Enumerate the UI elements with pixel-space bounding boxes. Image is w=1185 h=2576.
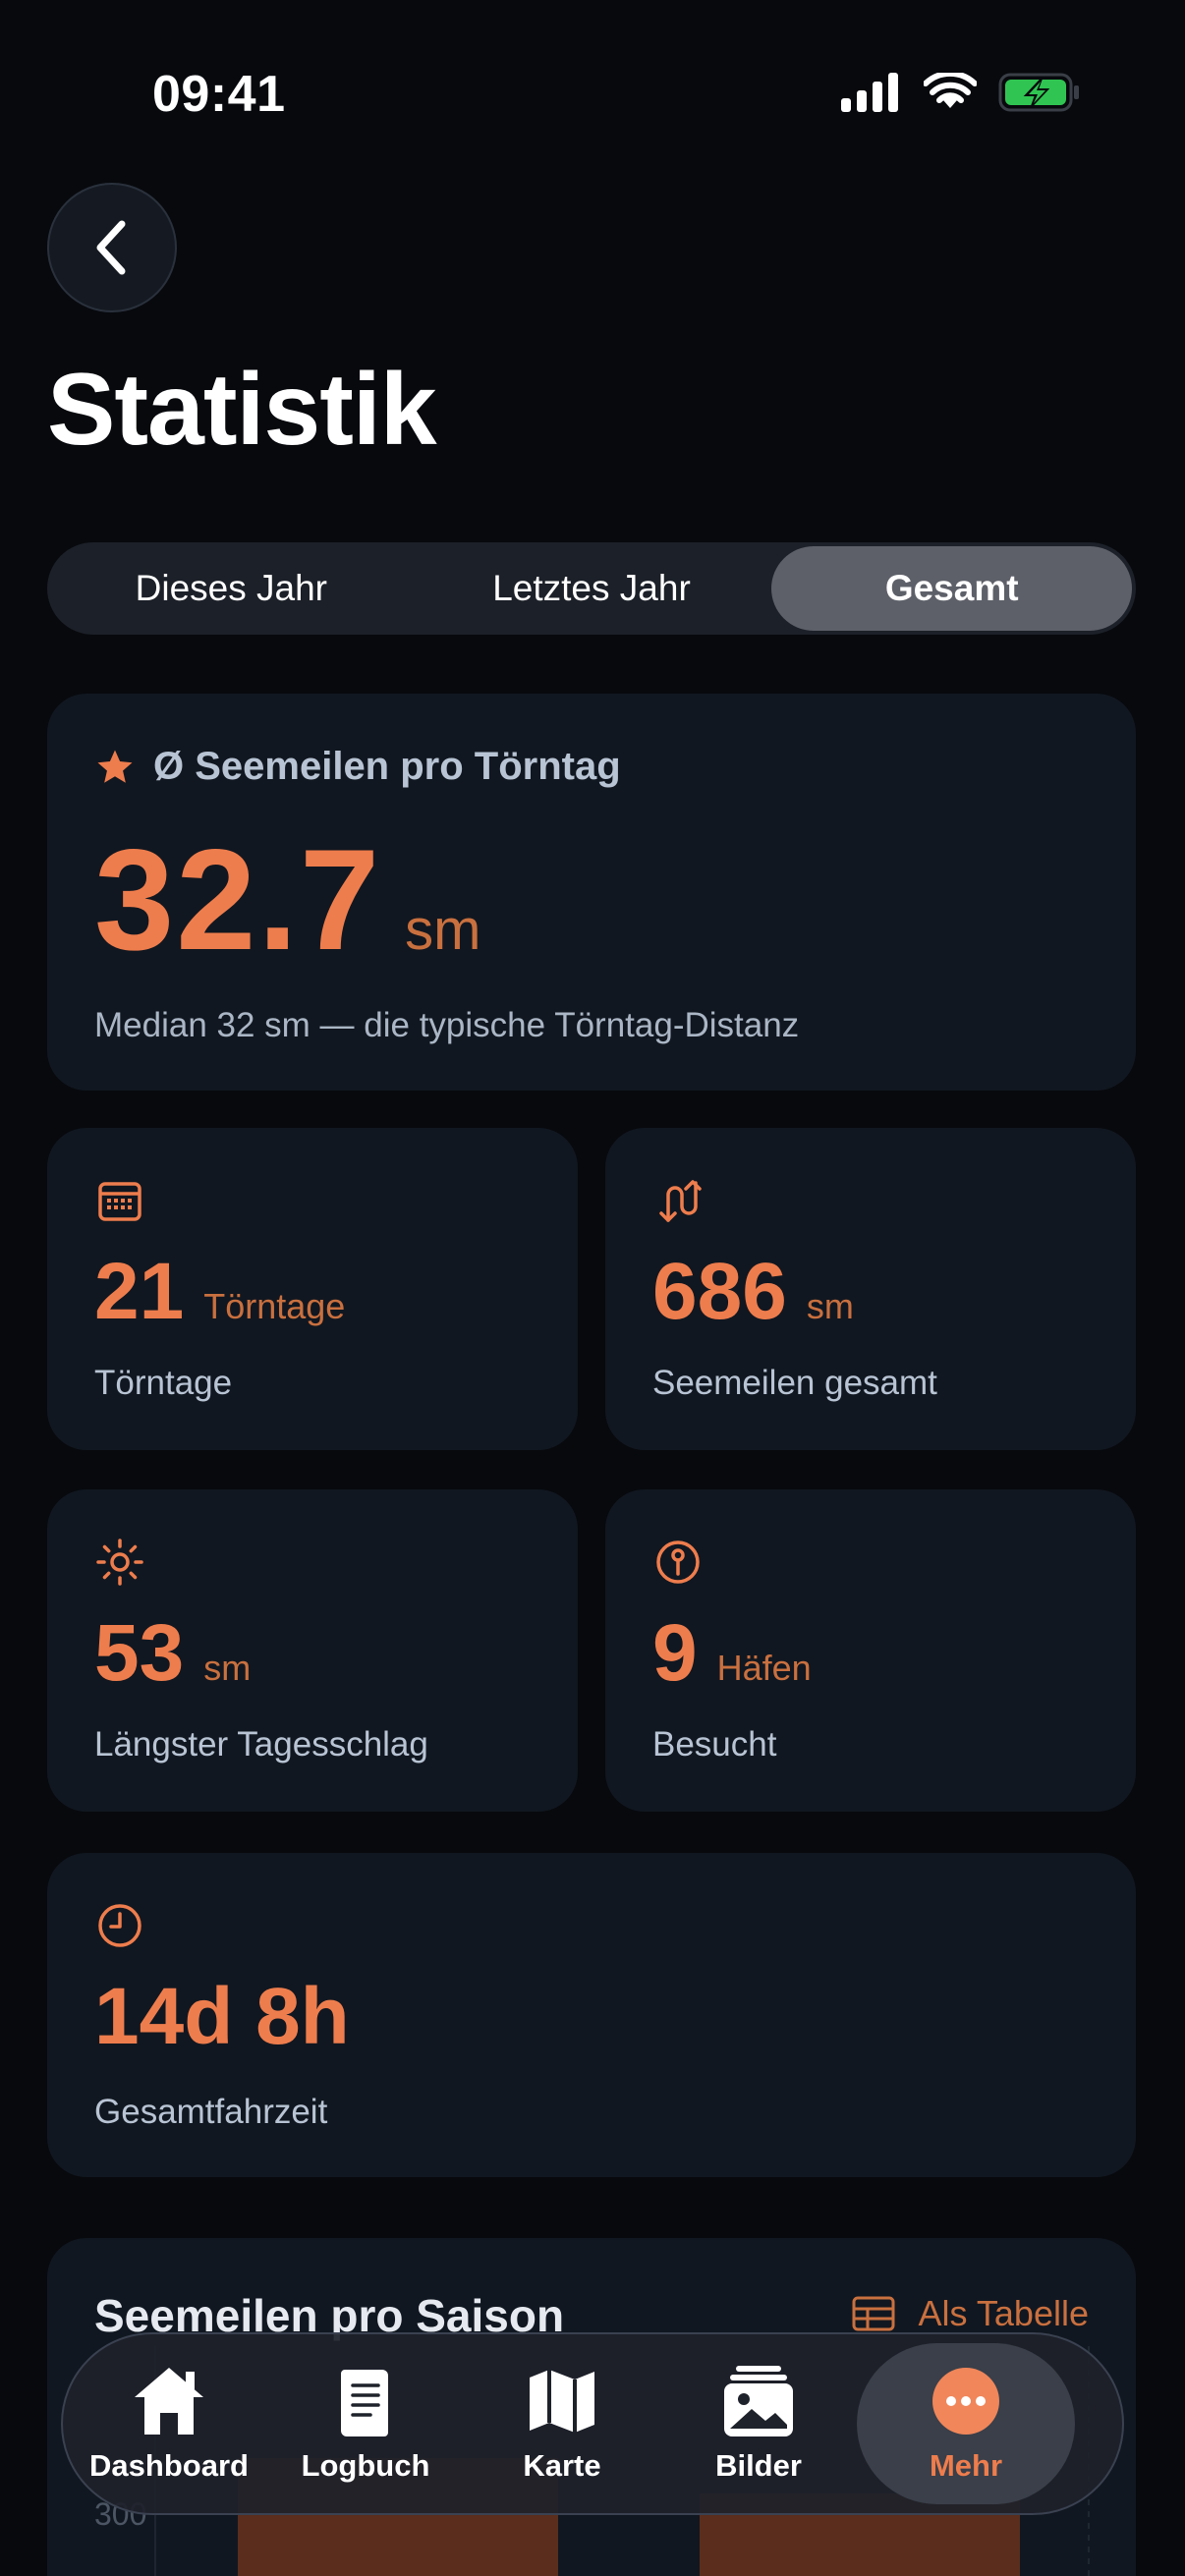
table-toggle-button[interactable]: Als Tabelle xyxy=(852,2293,1089,2334)
route-icon xyxy=(659,1180,702,1222)
clock-icon xyxy=(98,1904,141,1947)
stat-unit: Häfen xyxy=(716,1648,812,1688)
tab-bilder[interactable]: Bilder xyxy=(660,2343,857,2504)
tab-label: Logbuch xyxy=(301,2448,430,2483)
stat-value-row: 14d 8h xyxy=(94,1971,350,2063)
tab-label: Mehr xyxy=(929,2448,1003,2483)
stat-value-row: 53 sm xyxy=(94,1607,251,1700)
stat-value-row: 686 sm xyxy=(652,1246,854,1338)
statistics-screen: 09:41 Statistik Dieses Jahr Letztes Jahr… xyxy=(0,0,1185,2576)
tab-mehr[interactable]: Mehr xyxy=(857,2343,1075,2504)
stat-card-toerntage: 21 Törntage Törntage xyxy=(47,1128,578,1450)
stat-value: 686 xyxy=(652,1247,787,1336)
hero-subtitle: Median 32 sm — die typische Törntag-Dist… xyxy=(94,1006,800,1044)
chevron-left-icon xyxy=(96,220,126,275)
tab-label: Dashboard xyxy=(89,2448,249,2483)
stat-unit: sm xyxy=(806,1286,854,1326)
sun-icon xyxy=(96,1539,143,1586)
photos-icon xyxy=(724,2366,793,2436)
stat-unit: sm xyxy=(203,1648,252,1688)
stat-label: Törntage xyxy=(94,1364,233,1402)
stat-unit: Törntage xyxy=(203,1286,346,1326)
tab-label: Karte xyxy=(523,2448,601,2483)
stat-label: Gesamtfahrzeit xyxy=(94,2093,328,2131)
stat-value: 53 xyxy=(94,1608,185,1698)
more-icon xyxy=(932,2368,999,2435)
segment-this-year[interactable]: Dieses Jahr xyxy=(51,546,412,631)
stat-value: 21 xyxy=(94,1247,185,1336)
stat-label: Seemeilen gesamt xyxy=(652,1364,937,1402)
stat-card-haefen: 9 Häfen Besucht xyxy=(605,1489,1136,1812)
stat-label: Längster Tagesschlag xyxy=(94,1725,428,1764)
status-icons xyxy=(841,73,1081,112)
table-toggle-label: Als Tabelle xyxy=(918,2293,1089,2333)
tab-dashboard[interactable]: Dashboard xyxy=(71,2343,267,2504)
stat-value-row: 9 Häfen xyxy=(652,1607,812,1700)
hero-unit: sm xyxy=(405,898,481,962)
status-bar: 09:41 xyxy=(0,0,1185,187)
status-time: 09:41 xyxy=(152,66,286,123)
calendar-icon xyxy=(98,1182,141,1221)
hero-value: 32.7 xyxy=(94,819,382,980)
segment-total[interactable]: Gesamt xyxy=(771,546,1133,631)
logbook-icon xyxy=(341,2370,388,2436)
hero-label-row: Ø Seemeilen pro Törntag xyxy=(94,745,621,789)
pin-icon xyxy=(656,1540,700,1584)
tab-label: Bilder xyxy=(715,2448,802,2483)
stat-value: 9 xyxy=(652,1608,698,1698)
stat-card-laengster: 53 sm Längster Tagesschlag xyxy=(47,1489,578,1812)
stat-value: 14d 8h xyxy=(94,1972,350,2061)
cellular-signal-icon xyxy=(841,73,898,112)
hero-label: Ø Seemeilen pro Törntag xyxy=(153,745,621,788)
star-icon xyxy=(97,750,133,783)
stat-value-row: 21 Törntage xyxy=(94,1246,345,1338)
page-title: Statistik xyxy=(47,353,437,467)
battery-charging-icon xyxy=(998,73,1079,112)
tab-bar: Dashboard Logbuch Karte Bilder Mehr xyxy=(61,2332,1124,2515)
hero-value-row: 32.7 sm xyxy=(94,817,481,982)
average-distance-card: Ø Seemeilen pro Törntag 32.7 sm Median 3… xyxy=(47,694,1136,1091)
back-button[interactable] xyxy=(47,183,177,312)
tab-karte[interactable]: Karte xyxy=(464,2343,660,2504)
segment-last-year[interactable]: Letztes Jahr xyxy=(412,546,772,631)
wifi-icon xyxy=(924,73,977,108)
home-icon xyxy=(135,2368,203,2435)
stat-label: Besucht xyxy=(652,1725,777,1764)
stat-card-seemeilen: 686 sm Seemeilen gesamt xyxy=(605,1128,1136,1450)
tab-logbuch[interactable]: Logbuch xyxy=(267,2343,464,2504)
period-segmented-control: Dieses Jahr Letztes Jahr Gesamt xyxy=(47,542,1136,635)
table-icon xyxy=(852,2296,895,2331)
stat-card-fahrzeit: 14d 8h Gesamtfahrzeit xyxy=(47,1853,1136,2177)
map-icon xyxy=(530,2370,594,2433)
